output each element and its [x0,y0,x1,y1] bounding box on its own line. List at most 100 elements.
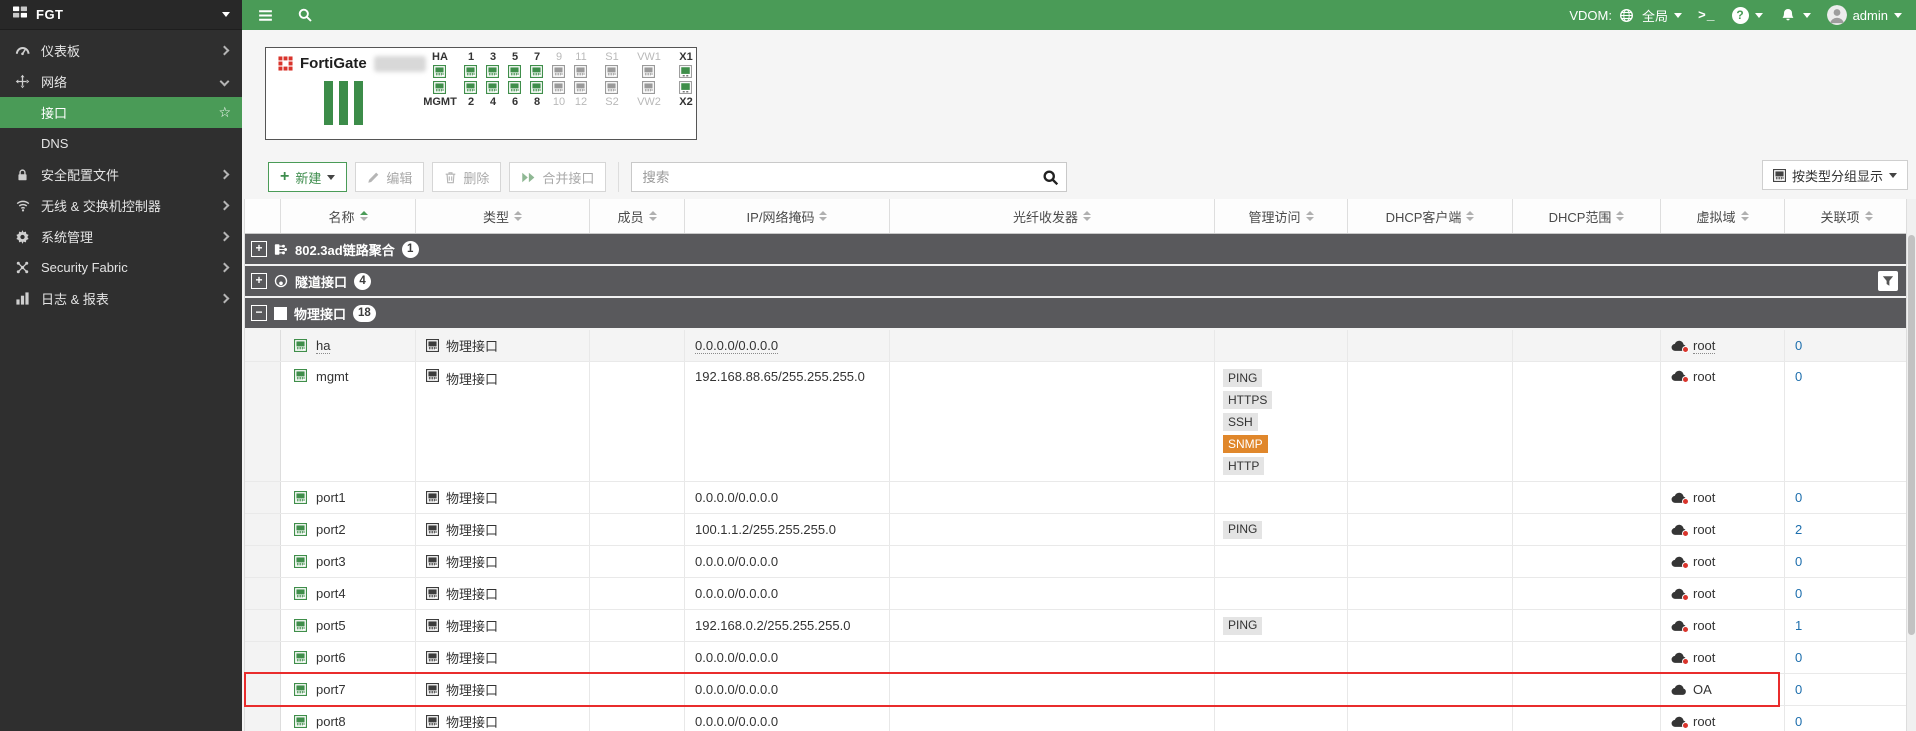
port-4-icon[interactable] [485,81,501,95]
chevron-right-icon [219,169,230,180]
admin-menu[interactable]: admin [1826,5,1902,25]
expand-icon[interactable]: + [251,241,267,257]
interface-name[interactable]: port7 [316,682,346,697]
port-S2-icon[interactable] [604,81,620,95]
interface-name[interactable]: port3 [316,554,346,569]
table-row-port2[interactable]: port2 物理接口 100.1.1.2/255.255.255.0 PING root… [245,514,1906,546]
table-row-port5[interactable]: port5 物理接口 192.168.0.2/255.255.255.0 PING ro… [245,610,1906,642]
column-header-dhcp_clients[interactable]: DHCP客户端 [1348,199,1513,233]
vdom-selector[interactable]: VDOM: 全局 [1569,6,1682,25]
ref-count-link[interactable]: 0 [1795,586,1802,601]
sidebar-item-wifi-switch-controller[interactable]: 无线 & 交换机控制器 [0,190,242,221]
vdom-cloud-icon [1671,715,1689,729]
port-7-icon[interactable] [529,65,545,79]
column-header-type[interactable]: 类型 [416,199,590,233]
expand-icon[interactable]: + [251,273,267,289]
hamburger-menu-icon[interactable] [250,0,280,30]
column-header-name[interactable]: 名称 [281,199,416,233]
cell-ref: 0 [1785,482,1908,513]
sort-icon [1864,211,1873,221]
ref-count-link[interactable]: 0 [1795,714,1802,729]
port-6-icon[interactable] [507,81,523,95]
interface-name[interactable]: ha [316,338,331,354]
ref-count-link[interactable]: 1 [1795,618,1802,633]
device-menu-button[interactable]: FGT [0,0,242,30]
table-row-port3[interactable]: port3 物理接口 0.0.0.0/0.0.0.0 root 0 [245,546,1906,578]
table-row-port4[interactable]: port4 物理接口 0.0.0.0/0.0.0.0 root 0 [245,578,1906,610]
search-input[interactable] [631,162,1068,192]
port-VW2-icon[interactable] [641,81,657,95]
interface-name[interactable]: port6 [316,650,346,665]
cell-vdom: root [1661,362,1785,481]
port-12-icon[interactable] [573,81,589,95]
port-8-icon[interactable] [529,81,545,95]
port-S1-icon[interactable] [604,65,620,79]
interface-name[interactable]: port1 [316,490,346,505]
device-port-grid: HA MGMT 1 2 3 4 5 6 7 8 9 10 11 12 S1 S2 VW1 VW2 X1 X2 [423,51,697,109]
sidebar-item-log-report[interactable]: 日志 & 报表 [0,283,242,314]
global-search-icon[interactable] [290,0,320,30]
sidebar-item-interfaces[interactable]: 接口 ☆ [0,97,242,128]
create-button[interactable]: + 新建 [268,162,348,192]
group-row-隧道接口[interactable]: + 隧道接口 4 [245,266,1906,298]
port-9-icon[interactable] [551,65,567,79]
port-VW1-icon[interactable] [641,65,657,79]
sidebar-item-system[interactable]: 系统管理 [0,221,242,252]
vdom-name: root [1693,618,1716,633]
column-header-ref[interactable]: 关联项 [1785,199,1908,233]
port-X1-icon[interactable] [678,65,694,79]
vdom-cloud-icon [1671,523,1689,537]
notifications-menu[interactable] [1779,6,1811,24]
ref-count-link[interactable]: 0 [1795,338,1802,353]
table-row-port7[interactable]: port7 物理接口 0.0.0.0/0.0.0.0 OA 0 [244,672,1908,707]
table-row-port8[interactable]: port8 物理接口 0.0.0.0/0.0.0.0 root 0 [245,706,1906,731]
search-submit-icon[interactable] [1037,165,1063,189]
interface-name[interactable]: port2 [316,522,346,537]
filter-funnel-icon[interactable] [1878,271,1898,291]
interface-name[interactable]: port4 [316,586,346,601]
port-HA-icon[interactable] [432,65,448,79]
scrollbar-thumb[interactable] [1908,235,1915,635]
column-header-members[interactable]: 成员 [590,199,685,233]
sidebar-item-security-profiles[interactable]: 安全配置文件 [0,159,242,190]
column-header-dhcp_range[interactable]: DHCP范围 [1513,199,1661,233]
collapse-icon[interactable]: − [251,305,267,321]
port-MGMT-icon[interactable] [432,81,448,95]
port-X2-icon[interactable] [678,81,694,95]
group-row-802.3ad链路聚合[interactable]: +802.3ad链路聚合 1 [245,234,1906,266]
table-row-mgmt[interactable]: mgmt 物理接口 192.168.88.65/255.255.255.0 PING H… [245,362,1906,482]
ref-count-link[interactable]: 0 [1795,554,1802,569]
favorite-star-icon[interactable]: ☆ [218,104,231,121]
column-header-access[interactable]: 管理访问 [1215,199,1348,233]
sidebar-item-dns[interactable]: DNS [0,128,242,159]
ref-count-link[interactable]: 2 [1795,522,1802,537]
column-header-transceiver[interactable]: 光纤收发器 [890,199,1215,233]
interface-name[interactable]: mgmt [316,369,349,384]
sidebar-item-dashboard[interactable]: 仪表板 [0,35,242,66]
column-header-ip[interactable]: IP/网络掩码 [685,199,890,233]
port-3-icon[interactable] [485,65,501,79]
port-5-icon[interactable] [507,65,523,79]
help-menu[interactable]: ? [1731,6,1763,24]
port-1-icon[interactable] [463,65,479,79]
cli-console-button[interactable]: >_ [1698,8,1716,23]
interface-name[interactable]: port8 [316,714,346,729]
cell-transceiver [890,642,1215,673]
sidebar-item-security-fabric[interactable]: Security Fabric [0,252,242,283]
port-10-icon[interactable] [551,81,567,95]
interface-name[interactable]: port5 [316,618,346,633]
port-2-icon[interactable] [463,81,479,95]
ref-count-link[interactable]: 0 [1795,650,1802,665]
table-row-ha[interactable]: ha 物理接口 0.0.0.0/0.0.0.0 root 0 [245,330,1906,362]
table-row-port1[interactable]: port1 物理接口 0.0.0.0/0.0.0.0 root 0 [245,482,1906,514]
group-row-物理接口[interactable]: − 物理接口 18 [245,298,1906,330]
ref-count-link[interactable]: 0 [1795,369,1802,384]
ref-count-link[interactable]: 0 [1795,682,1802,697]
cell-expand [245,362,281,481]
sidebar-item-network[interactable]: 网络 [0,66,242,97]
group-display-button[interactable]: 按类型分组显示 [1761,160,1908,190]
column-header-vdom[interactable]: 虚拟域 [1661,199,1785,233]
ref-count-link[interactable]: 0 [1795,490,1802,505]
table-row-port6[interactable]: port6 物理接口 0.0.0.0/0.0.0.0 root 0 [245,642,1906,674]
port-11-icon[interactable] [573,65,589,79]
